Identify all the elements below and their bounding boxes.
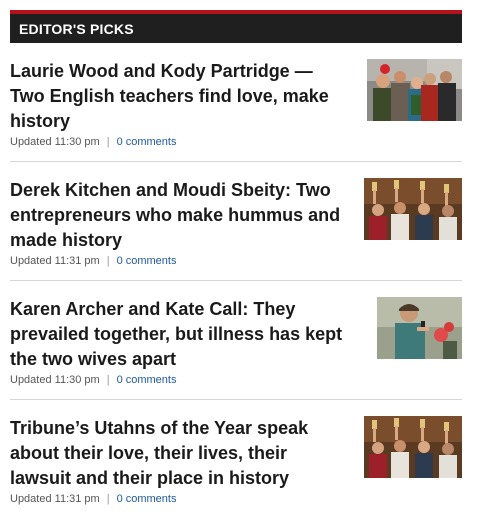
section-header: EDITOR'S PICKS (10, 10, 462, 43)
photo-toast-crowd (364, 178, 462, 240)
story-meta: Updated 11:30 pm | 0 comments (10, 136, 176, 148)
story-item: Karen Archer and Kate Call: They prevail… (10, 281, 462, 400)
comments-link[interactable]: 0 comments (117, 136, 177, 148)
story-item: Derek Kitchen and Moudi Sbeity: Two entr… (10, 162, 462, 281)
updated-time: Updated 11:31 pm (10, 493, 100, 505)
story-meta: Updated 11:30 pm | 0 comments (10, 374, 176, 386)
comments-link[interactable]: 0 comments (117, 255, 177, 267)
meta-separator: | (106, 136, 110, 148)
story-headline-link[interactable]: Derek Kitchen and Moudi Sbeity: Two entr… (10, 178, 350, 253)
updated-time: Updated 11:30 pm (10, 136, 100, 148)
meta-separator: | (106, 374, 110, 386)
photo-speaker-microphone (377, 297, 462, 359)
story-item: Laurie Wood and Kody Partridge — Two Eng… (10, 43, 462, 162)
story-item: Tribune’s Utahns of the Year speak about… (10, 400, 462, 519)
story-headline-link[interactable]: Tribune’s Utahns of the Year speak about… (10, 416, 350, 491)
section-title: EDITOR'S PICKS (19, 20, 134, 37)
editors-picks-widget: EDITOR'S PICKS Laurie Wood and Kody Part… (10, 10, 462, 519)
updated-time: Updated 11:30 pm (10, 374, 100, 386)
meta-separator: | (106, 493, 110, 505)
story-headline-link[interactable]: Laurie Wood and Kody Partridge — Two Eng… (10, 59, 350, 134)
story-thumbnail[interactable] (364, 178, 462, 240)
story-thumbnail[interactable] (364, 416, 462, 478)
story-thumbnail[interactable] (367, 59, 462, 121)
story-meta: Updated 11:31 pm | 0 comments (10, 493, 176, 505)
comments-link[interactable]: 0 comments (117, 374, 177, 386)
story-thumbnail[interactable] (377, 297, 462, 359)
comments-link[interactable]: 0 comments (117, 493, 177, 505)
updated-time: Updated 11:31 pm (10, 255, 100, 267)
photo-group-celebration (367, 59, 462, 121)
story-meta: Updated 11:31 pm | 0 comments (10, 255, 176, 267)
story-headline-link[interactable]: Karen Archer and Kate Call: They prevail… (10, 297, 350, 372)
meta-separator: | (106, 255, 110, 267)
photo-toast-crowd (364, 416, 462, 478)
